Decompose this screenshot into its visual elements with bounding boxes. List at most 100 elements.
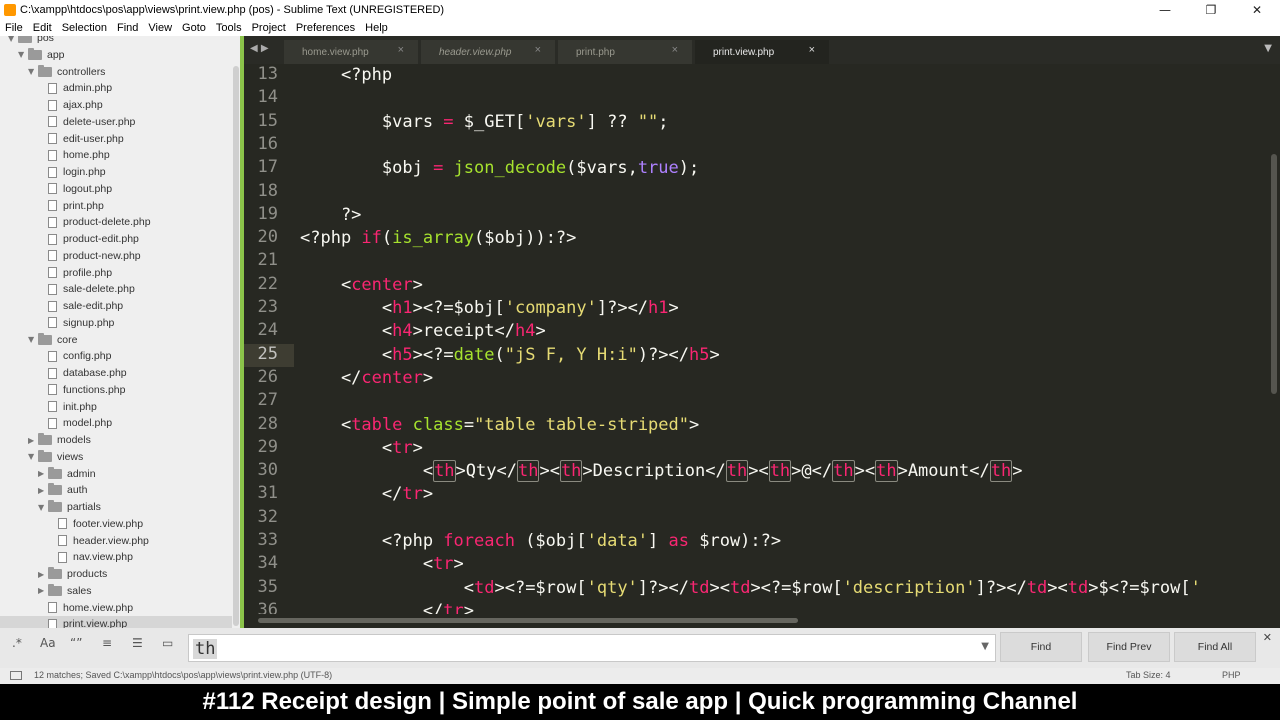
sidebar-file[interactable]: config.php bbox=[0, 348, 232, 364]
expanded-arrow-icon[interactable]: ▼ bbox=[28, 452, 38, 461]
editor-horizontal-scrollbar[interactable] bbox=[244, 614, 1280, 628]
regex-toggle-icon[interactable]: .* bbox=[12, 636, 22, 650]
sidebar-file[interactable]: delete-user.php bbox=[0, 114, 232, 130]
sidebar-file[interactable]: functions.php bbox=[0, 382, 232, 398]
sidebar-file[interactable]: print.view.php bbox=[0, 616, 232, 628]
expanded-arrow-icon[interactable]: ▼ bbox=[28, 67, 38, 76]
find-close-icon[interactable]: ✕ bbox=[1263, 631, 1272, 644]
code-editor[interactable]: 13 14 15 16 17 18 19 20 21 22 23 24 25 26 27 28 29 30 31 32… bbox=[244, 64, 1268, 614]
whole-word-toggle-icon[interactable]: “” bbox=[70, 636, 82, 650]
sidebar-file[interactable]: header.view.php bbox=[0, 533, 232, 549]
code-line-25: <h5><?=date("jS F, Y H:i")?></h5> bbox=[300, 344, 720, 365]
tab-size-indicator[interactable]: Tab Size: 4 bbox=[1126, 670, 1171, 680]
sidebar-folder[interactable]: ▼ pos bbox=[0, 36, 232, 46]
sidebar-folder[interactable]: ▶ models bbox=[0, 432, 232, 448]
editor-vertical-scrollbar[interactable] bbox=[1268, 64, 1280, 614]
tab-close-icon[interactable]: × bbox=[672, 44, 678, 56]
sidebar-file[interactable]: edit-user.php bbox=[0, 131, 232, 147]
tab-close-icon[interactable]: × bbox=[535, 44, 541, 56]
sidebar-file[interactable]: signup.php bbox=[0, 315, 232, 331]
find-input[interactable]: th ▼ bbox=[188, 634, 996, 662]
tab-home-view[interactable]: home.view.php × bbox=[284, 40, 418, 64]
panel-toggle-icon[interactable] bbox=[10, 671, 22, 680]
menu-project[interactable]: Project bbox=[247, 22, 291, 34]
sidebar-scrollbar[interactable] bbox=[233, 66, 239, 626]
minimize-button[interactable]: — bbox=[1142, 0, 1188, 19]
tab-close-icon[interactable]: × bbox=[809, 44, 815, 56]
sidebar-file[interactable]: print.php bbox=[0, 198, 232, 214]
sidebar-folder[interactable]: ▼ views bbox=[0, 449, 232, 465]
sidebar-folder[interactable]: ▶ products bbox=[0, 566, 232, 582]
menu-goto[interactable]: Goto bbox=[177, 22, 211, 34]
sidebar-folder[interactable]: ▶ auth bbox=[0, 482, 232, 498]
tab-print-view[interactable]: print.view.php × bbox=[695, 40, 829, 64]
sidebar-file[interactable]: product-delete.php bbox=[0, 214, 232, 230]
sidebar-file[interactable]: home.php bbox=[0, 147, 232, 163]
expanded-arrow-icon[interactable]: ▼ bbox=[18, 50, 28, 59]
maximize-button[interactable]: ❐ bbox=[1188, 0, 1234, 19]
line-number: 28 bbox=[257, 413, 278, 434]
tab-close-icon[interactable]: × bbox=[398, 44, 404, 56]
sidebar-file[interactable]: nav.view.php bbox=[0, 549, 232, 565]
sidebar-file[interactable]: product-edit.php bbox=[0, 231, 232, 247]
in-selection-toggle-icon[interactable]: ☰ bbox=[132, 636, 143, 650]
sidebar-file[interactable]: home.view.php bbox=[0, 600, 232, 616]
file-icon bbox=[48, 250, 57, 262]
sidebar-file[interactable]: footer.view.php bbox=[0, 516, 232, 532]
sidebar-item-label: product-new.php bbox=[63, 249, 141, 262]
find-button[interactable]: Find bbox=[1000, 632, 1082, 662]
sidebar-file[interactable]: admin.php bbox=[0, 80, 232, 96]
sidebar-file[interactable]: sale-edit.php bbox=[0, 298, 232, 314]
sidebar-file[interactable]: login.php bbox=[0, 164, 232, 180]
tab-nav-arrows-icon[interactable]: ◀ ▶ bbox=[250, 43, 269, 54]
tab-header-view[interactable]: header.view.php × bbox=[421, 40, 555, 64]
code-line-30: <th>Qty</th><th>Description</th><th>@</t… bbox=[300, 460, 1023, 483]
sidebar-folder[interactable]: ▼ partials bbox=[0, 499, 232, 515]
find-all-button[interactable]: Find All bbox=[1174, 632, 1256, 662]
collapsed-arrow-icon[interactable]: ▶ bbox=[38, 586, 48, 595]
menu-file[interactable]: File bbox=[0, 22, 28, 34]
sidebar-file[interactable]: logout.php bbox=[0, 181, 232, 197]
expanded-arrow-icon[interactable]: ▼ bbox=[28, 335, 38, 344]
menu-edit[interactable]: Edit bbox=[28, 22, 57, 34]
menu-tools[interactable]: Tools bbox=[211, 22, 247, 34]
code-line-35: <td><?=$row['qty']?></td><td><?=$row['de… bbox=[300, 577, 1201, 598]
collapsed-arrow-icon[interactable]: ▶ bbox=[38, 486, 48, 495]
wrap-toggle-icon[interactable]: ≡ bbox=[102, 636, 112, 650]
sidebar-file[interactable]: ajax.php bbox=[0, 97, 232, 113]
case-sensitive-toggle-icon[interactable]: Aa bbox=[40, 636, 56, 650]
sidebar-file[interactable]: database.php bbox=[0, 365, 232, 381]
syntax-indicator[interactable]: PHP bbox=[1222, 670, 1241, 680]
menu-help[interactable]: Help bbox=[360, 22, 393, 34]
file-icon bbox=[48, 602, 57, 613]
code-area[interactable]: <?php $vars = $_GET['vars'] ?? ""; $obj … bbox=[300, 64, 1268, 614]
close-window-button[interactable]: ✕ bbox=[1234, 0, 1280, 19]
tab-print[interactable]: print.php × bbox=[558, 40, 692, 64]
sidebar-folder[interactable]: ▼ app bbox=[0, 47, 232, 63]
sidebar-folder[interactable]: ▼ core bbox=[0, 332, 232, 348]
expanded-arrow-icon[interactable]: ▼ bbox=[8, 36, 18, 43]
sidebar-folder[interactable]: ▶ sales bbox=[0, 583, 232, 599]
sidebar-file[interactable]: sale-delete.php bbox=[0, 281, 232, 297]
find-history-dropdown-icon[interactable]: ▼ bbox=[981, 641, 989, 652]
highlight-matches-toggle-icon[interactable]: ▭ bbox=[162, 636, 173, 650]
sidebar-file[interactable]: product-new.php bbox=[0, 248, 232, 264]
sidebar-folder[interactable]: ▼ controllers bbox=[0, 64, 232, 80]
menu-preferences[interactable]: Preferences bbox=[291, 22, 360, 34]
collapsed-arrow-icon[interactable]: ▶ bbox=[38, 570, 48, 579]
collapsed-arrow-icon[interactable]: ▶ bbox=[38, 469, 48, 478]
menu-view[interactable]: View bbox=[143, 22, 177, 34]
collapsed-arrow-icon[interactable]: ▶ bbox=[28, 436, 38, 445]
sidebar-file[interactable]: model.php bbox=[0, 415, 232, 431]
menu-find[interactable]: Find bbox=[112, 22, 143, 34]
expanded-arrow-icon[interactable]: ▼ bbox=[38, 503, 48, 512]
horizontal-scroll-thumb[interactable] bbox=[258, 618, 798, 623]
sidebar-item-label: product-edit.php bbox=[63, 233, 139, 245]
menu-selection[interactable]: Selection bbox=[57, 22, 112, 34]
sidebar-file[interactable]: init.php bbox=[0, 399, 232, 415]
find-prev-button[interactable]: Find Prev bbox=[1088, 632, 1170, 662]
vertical-scroll-thumb[interactable] bbox=[1271, 154, 1277, 394]
sidebar-file[interactable]: profile.php bbox=[0, 265, 232, 281]
sidebar-folder[interactable]: ▶ admin bbox=[0, 466, 232, 482]
tab-list-dropdown-icon[interactable]: ▼ bbox=[1264, 43, 1272, 54]
